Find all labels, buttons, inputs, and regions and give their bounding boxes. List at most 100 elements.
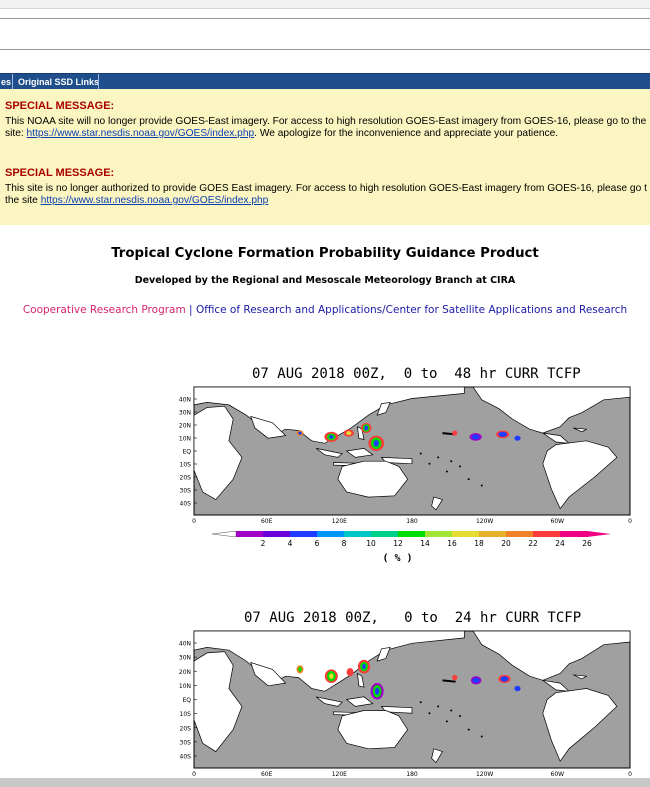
latitude-label: 40S (180, 754, 192, 761)
horizontal-scrollbar[interactable] (0, 778, 650, 787)
colorbar-label: 24 (555, 539, 565, 548)
latitude-label: 20N (179, 669, 191, 676)
probability-contour (298, 431, 302, 435)
probability-contour (500, 676, 509, 682)
tcfp-map-24hr: 40N 30N 20N 10N EQ 10S 20S 30S 40S 0 60E 120E 180 120… (179, 630, 632, 778)
probability-contour (346, 431, 352, 435)
probability-contour (374, 687, 380, 695)
colorbar-segment (425, 531, 452, 537)
page-title: Tropical Cyclone Formation Probability G… (111, 246, 539, 261)
island-dot (445, 720, 448, 723)
latitude-label: 40N (179, 397, 191, 404)
longitude-label: 120E (332, 518, 347, 525)
colorbar-label: 14 (420, 539, 430, 548)
probability-contour (362, 663, 366, 670)
page-subtitle: Developed by the Regional and Mesoscale … (134, 275, 516, 286)
longitude-label: 0 (192, 771, 196, 778)
colorbar-segment (344, 531, 371, 537)
tcfp-map-48hr: 40N 30N 20N 10N EQ 10S 20S 30S 40S 0 60E 120E 180 120… (179, 386, 632, 564)
colorbar-label: 6 (315, 539, 320, 548)
map-title-48hr: 07 AUG 2018 00Z, 0 to 48 hr CURR TCFP (252, 366, 581, 382)
probability-contour (471, 434, 480, 440)
longitude-label: 60E (261, 771, 273, 778)
longitude-label: 0 (628, 771, 632, 778)
colorbar-label: 22 (528, 539, 538, 548)
colorbar-label: 4 (288, 539, 293, 548)
island-dot (480, 735, 483, 738)
longitude-label: 60W (551, 771, 565, 778)
probability-contour (472, 677, 480, 684)
colorbar-tail (587, 531, 611, 537)
island-dot (419, 701, 422, 704)
longitude-label: 180 (406, 518, 418, 525)
island-dot (467, 478, 470, 481)
longitude-label: 120W (476, 771, 493, 778)
colorbar-segment (506, 531, 533, 537)
probability-contour (514, 685, 521, 692)
message-prefix: site: (5, 128, 27, 139)
special-message-title: SPECIAL MESSAGE: (5, 100, 115, 112)
colorbar-segment (479, 531, 506, 537)
colorbar-segment (533, 531, 560, 537)
cooperative-research-link[interactable]: Cooperative Research Program (23, 304, 186, 316)
colorbar-segment (371, 531, 398, 537)
latitude-label: 10N (179, 436, 191, 443)
latitude-label: 30N (179, 410, 191, 417)
probability-contour (452, 674, 458, 681)
longitude-label: 120W (476, 518, 493, 525)
latitude-label: 30N (179, 655, 191, 662)
address-input[interactable] (0, 18, 650, 50)
special-message-text: This site is no longer authorized to pro… (5, 183, 647, 194)
island-dot (428, 712, 431, 715)
latitude-label: 20S (180, 725, 192, 732)
special-message-title: SPECIAL MESSAGE: (5, 167, 115, 179)
island-dot (450, 460, 453, 463)
island-dot (437, 456, 440, 459)
probability-contour (346, 667, 354, 677)
latitude-label: 30S (180, 488, 192, 495)
colorbar-label: 20 (501, 539, 511, 548)
island-dot (445, 470, 448, 473)
message-prefix: the site (5, 195, 41, 206)
island-dot (458, 714, 461, 717)
island-dot (467, 728, 470, 731)
program-links: Cooperative Research Program | Office of… (0, 304, 650, 316)
latitude-label: 40S (180, 501, 192, 508)
special-message-text: This NOAA site will no longer provide GO… (5, 116, 647, 127)
latitude-label: 40N (179, 641, 191, 648)
probability-contour (298, 666, 302, 672)
longitude-label: 0 (192, 518, 196, 525)
latitude-label: 20N (179, 423, 191, 430)
island-dot (480, 484, 483, 487)
ora-star-link[interactable]: Office of Research and Applications/Cent… (196, 304, 627, 316)
browser-top-strip (0, 0, 650, 9)
goes-link[interactable]: https://www.star.nesdis.noaa.gov/GOES/in… (27, 128, 255, 139)
latitude-label: EQ (182, 449, 191, 456)
colorbar-segment (452, 531, 479, 537)
colorbar-segment (290, 531, 317, 537)
probability-contour (452, 430, 458, 436)
landmass (337, 460, 409, 498)
island-dot (437, 705, 440, 708)
probability-contour (373, 440, 379, 447)
goes-link[interactable]: https://www.star.nesdis.noaa.gov/GOES/in… (41, 195, 269, 206)
colorbar-segment (398, 531, 425, 537)
colorbar-label: 18 (474, 539, 484, 548)
probability-contour (364, 425, 368, 431)
island-dot (419, 452, 422, 455)
island-dot (458, 465, 461, 468)
latitude-label: EQ (182, 697, 191, 704)
latitude-label: 30S (180, 739, 192, 746)
colorbar-label: 16 (447, 539, 457, 548)
special-message-line: site: https://www.star.nesdis.noaa.gov/G… (5, 128, 558, 140)
colorbar-segment (236, 531, 263, 537)
nav-tab-divider (98, 74, 102, 90)
colorbar-segment (317, 531, 344, 537)
latitude-label: 10S (180, 462, 192, 469)
probability-contour (329, 673, 334, 679)
nav-tab-original-ssd-links[interactable]: Original SSD Links (12, 74, 104, 90)
colorbar-label: 8 (342, 539, 347, 548)
latitude-label: 20S (180, 475, 192, 482)
colorbar-label: 10 (366, 539, 376, 548)
longitude-label: 60E (261, 518, 273, 525)
